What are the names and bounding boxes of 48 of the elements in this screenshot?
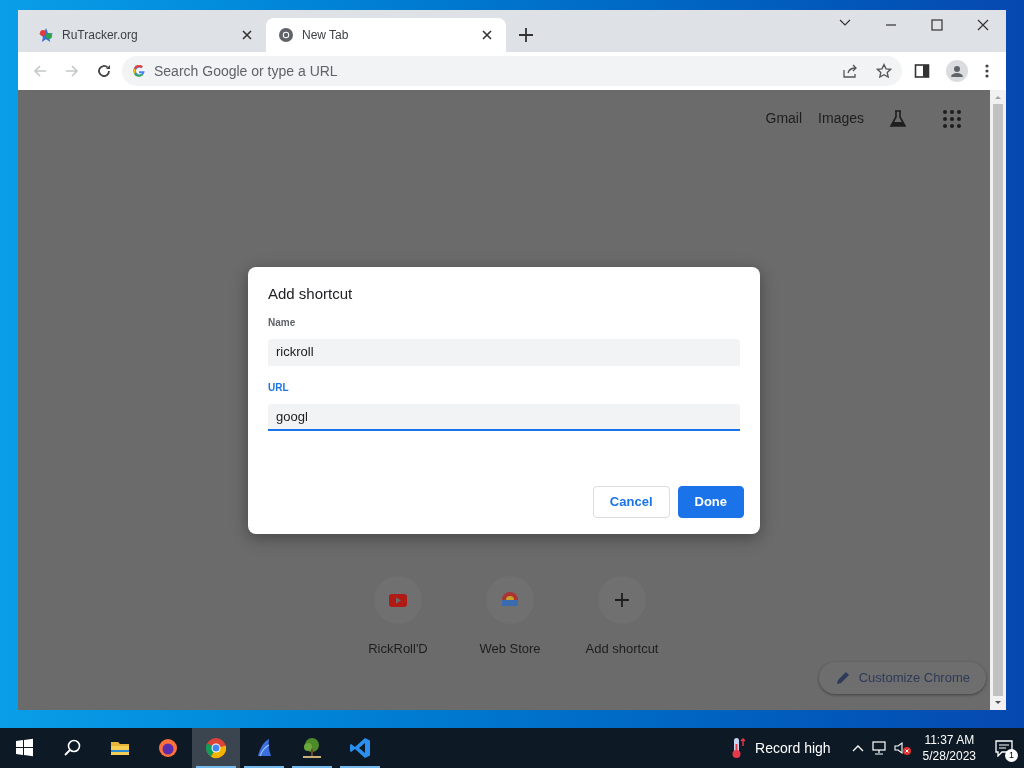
browser-tab[interactable]: New Tab bbox=[266, 18, 506, 52]
address-bar[interactable]: Search Google or type a URL bbox=[122, 56, 902, 86]
muted-speaker-icon[interactable] bbox=[892, 740, 913, 756]
clock-date[interactable]: 5/28/2023 bbox=[922, 748, 976, 764]
shortcut-label: RickRoll'D bbox=[368, 640, 428, 658]
profile-avatar-icon[interactable] bbox=[946, 60, 968, 82]
shortcut-label: Add shortcut bbox=[585, 640, 659, 658]
menu-icon[interactable] bbox=[984, 63, 990, 79]
notification-center-button[interactable]: 1 bbox=[984, 728, 1024, 768]
scrollbar-thumb[interactable] bbox=[993, 104, 1003, 696]
notification-count: 1 bbox=[1005, 749, 1018, 762]
shortcut-tile[interactable]: RickRoll'D bbox=[354, 566, 442, 676]
done-button[interactable]: Done bbox=[677, 486, 744, 518]
star-icon bbox=[38, 27, 54, 43]
message-icon bbox=[994, 739, 1014, 757]
shortcut-tile[interactable]: Add shortcut bbox=[578, 566, 666, 676]
fox-globe-icon bbox=[156, 736, 180, 760]
chrome-icon bbox=[278, 27, 294, 43]
taskbar-app-button[interactable] bbox=[192, 728, 240, 768]
share-icon[interactable] bbox=[842, 63, 858, 79]
text-input-field[interactable]: googl bbox=[268, 404, 740, 431]
code-editor-icon bbox=[348, 736, 372, 760]
browser-tab[interactable]: RuTracker.org bbox=[26, 18, 266, 52]
reload-icon[interactable] bbox=[96, 63, 112, 79]
close-tab-icon[interactable] bbox=[240, 28, 254, 42]
tree-icon bbox=[300, 736, 324, 760]
field-label: Name bbox=[268, 317, 297, 329]
side-panel-icon[interactable] bbox=[914, 63, 930, 79]
close-tab-icon[interactable] bbox=[480, 28, 494, 42]
bookmark-star-icon[interactable] bbox=[876, 63, 892, 79]
new-tab-icon[interactable] bbox=[516, 25, 536, 45]
dialog-title: Add shortcut bbox=[268, 285, 354, 303]
top-link[interactable]: Images bbox=[818, 108, 864, 129]
google-icon bbox=[132, 64, 146, 78]
shortcut-label: Web Store bbox=[479, 640, 541, 658]
clock-time[interactable]: 11:37 AM bbox=[924, 732, 975, 748]
address-placeholder: Search Google or type a URL bbox=[154, 61, 339, 81]
weather-text[interactable]: Record high bbox=[755, 737, 831, 759]
flask-icon[interactable] bbox=[888, 108, 908, 129]
shortcut-tile[interactable]: Web Store bbox=[466, 566, 554, 676]
text-input-field[interactable]: rickroll bbox=[268, 339, 740, 366]
network-icon[interactable] bbox=[870, 740, 889, 756]
pencil-icon bbox=[834, 670, 851, 686]
top-link[interactable]: Gmail bbox=[765, 108, 803, 129]
apps-grid-icon[interactable] bbox=[942, 108, 962, 129]
cancel-button[interactable]: Cancel bbox=[592, 486, 670, 518]
field-label: URL bbox=[268, 382, 290, 394]
chrome-icon bbox=[204, 736, 228, 760]
